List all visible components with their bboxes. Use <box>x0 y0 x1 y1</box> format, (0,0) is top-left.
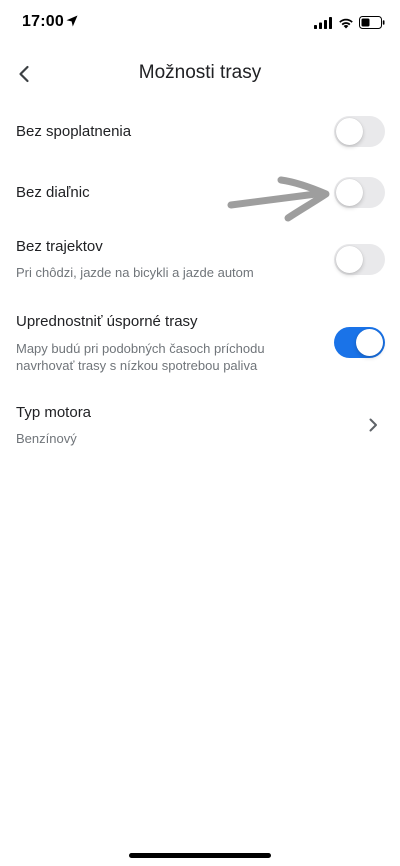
setting-row-eco-routes[interactable]: Uprednostniť úsporné trasy Mapy budú pri… <box>0 306 400 378</box>
setting-subtitle: Pri chôdzi, jazde na bicykli a jazde aut… <box>16 265 254 280</box>
location-arrow-icon <box>66 15 78 27</box>
setting-title: Uprednostniť úsporné trasy <box>16 313 198 330</box>
setting-row-avoid-ferries[interactable]: Bez trajektov Pri chôdzi, jazde na bicyk… <box>0 232 400 288</box>
setting-title: Typ motora <box>16 404 92 421</box>
setting-row-avoid-tolls[interactable]: Bez spoplatnenia <box>0 110 400 154</box>
cellular-signal-icon <box>314 17 332 29</box>
toggle-knob <box>336 246 363 273</box>
home-indicator <box>129 853 271 858</box>
setting-row-engine-type[interactable]: Typ motora Benzínový <box>0 396 400 452</box>
status-time: 17:00 <box>22 13 64 30</box>
app-header: Možnosti trasy <box>0 46 400 102</box>
annotation-arrow-icon <box>227 176 330 222</box>
setting-title: Bez spoplatnenia <box>16 123 132 140</box>
eco-routes-toggle[interactable] <box>334 327 385 358</box>
battery-icon <box>359 16 385 29</box>
setting-title: Bez diaľnic <box>16 184 90 201</box>
avoid-highways-toggle[interactable] <box>334 177 385 208</box>
setting-subtitle: Mapy budú pri podobných časoch príchodu … <box>16 341 265 373</box>
toggle-knob <box>336 179 363 206</box>
setting-row-avoid-highways[interactable]: Bez diaľnic <box>0 170 400 214</box>
chevron-right-icon <box>369 418 377 432</box>
avoid-tolls-toggle[interactable] <box>334 116 385 147</box>
setting-subtitle: Benzínový <box>16 431 77 446</box>
page-title: Možnosti trasy <box>138 62 262 83</box>
toggle-knob <box>356 329 383 356</box>
status-bar: 17:00 <box>0 0 400 46</box>
toggle-knob <box>336 118 363 145</box>
wifi-icon <box>339 18 353 29</box>
avoid-ferries-toggle[interactable] <box>334 244 385 275</box>
setting-title: Bez trajektov <box>16 238 103 255</box>
